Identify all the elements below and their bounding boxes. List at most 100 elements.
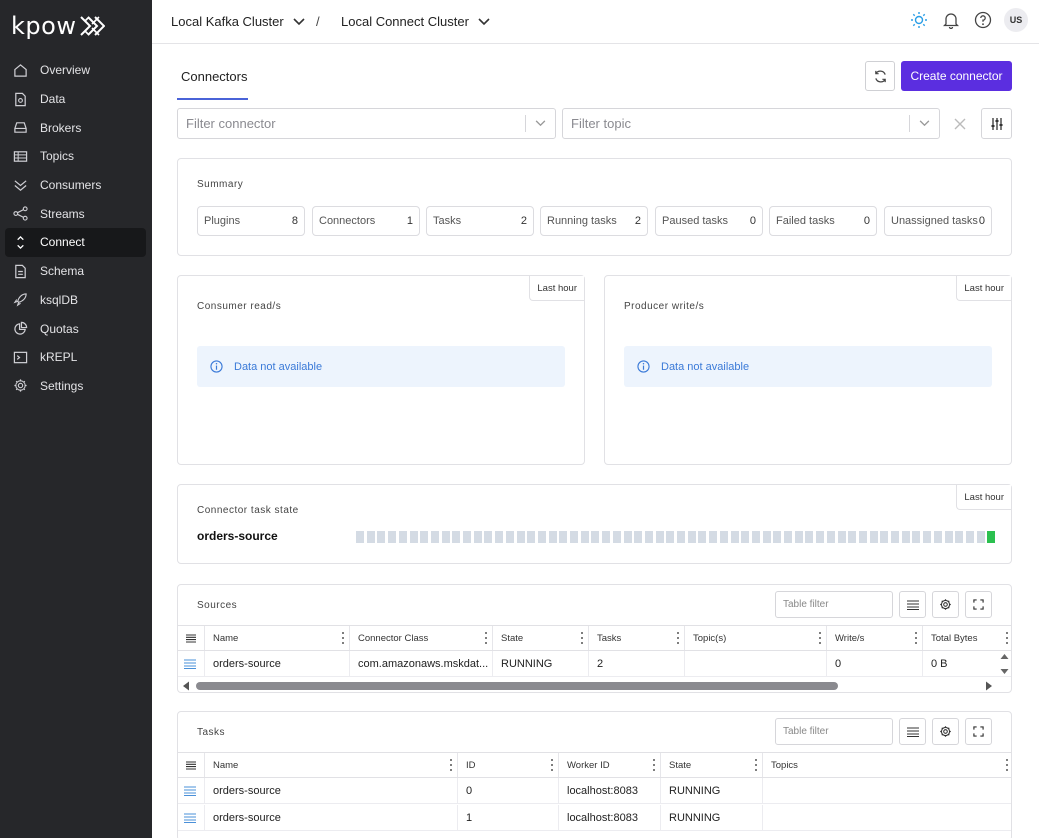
column-header-name[interactable]: Name: [204, 753, 457, 777]
column-header-topics[interactable]: Topic(s): [684, 626, 826, 650]
task-state-segment-empty[interactable]: [848, 531, 857, 543]
sidebar-item-brokers[interactable]: Brokers: [5, 113, 146, 142]
task-state-segment-empty[interactable]: [398, 531, 407, 543]
time-range-button[interactable]: Last hour: [956, 485, 1011, 510]
task-state-segment-empty[interactable]: [356, 531, 364, 543]
sidebar-item-krepl[interactable]: kREPL: [5, 343, 146, 372]
column-header-worker-id[interactable]: Worker ID: [558, 753, 660, 777]
task-state-segment-empty[interactable]: [965, 531, 974, 543]
row-menu-icon[interactable]: [184, 786, 196, 796]
task-state-segment-empty[interactable]: [837, 531, 846, 543]
column-header-connector-class[interactable]: Connector Class: [349, 626, 492, 650]
sidebar-item-data[interactable]: Data: [5, 85, 146, 114]
task-state-segment-empty[interactable]: [409, 531, 418, 543]
task-state-segment-empty[interactable]: [677, 531, 685, 543]
task-state-segment-empty[interactable]: [794, 531, 803, 543]
task-state-segment-empty[interactable]: [955, 531, 964, 543]
filter-topic-input[interactable]: [563, 109, 909, 138]
task-state-segment-empty[interactable]: [933, 531, 942, 543]
tab-connectors[interactable]: Connectors: [177, 61, 248, 100]
task-state-segment-empty[interactable]: [805, 531, 814, 543]
sidebar-item-consumers[interactable]: Consumers: [5, 171, 146, 200]
sidebar-item-streams[interactable]: Streams: [5, 199, 146, 228]
table-row[interactable]: orders-source com.amazonaws.mskdat... RU…: [178, 651, 1011, 677]
task-state-segment-empty[interactable]: [473, 531, 482, 543]
task-state-segment-empty[interactable]: [430, 531, 439, 543]
task-state-segment-empty[interactable]: [709, 531, 718, 543]
columns-button[interactable]: [899, 718, 926, 745]
kpow-logo[interactable]: kpow: [11, 10, 106, 42]
table-row[interactable]: orders-source 1 localhost:8083 RUNNING: [178, 805, 1011, 831]
scroll-left-arrow-icon[interactable]: [182, 681, 190, 691]
task-state-segment-empty[interactable]: [655, 531, 664, 543]
task-state-segment-empty[interactable]: [698, 531, 707, 543]
task-state-segment-empty[interactable]: [559, 531, 568, 543]
task-state-segment-empty[interactable]: [505, 531, 514, 543]
fullscreen-button[interactable]: [965, 591, 992, 618]
connect-cluster-selector[interactable]: Local Connect Cluster: [341, 14, 490, 29]
column-header-total-bytes[interactable]: Total Bytes: [922, 626, 1011, 650]
task-state-segment-empty[interactable]: [869, 531, 878, 543]
chevron-down-icon[interactable]: [526, 109, 555, 138]
column-header-topics[interactable]: Topics: [762, 753, 1011, 777]
task-state-segment-empty[interactable]: [944, 531, 953, 543]
task-state-segment-empty[interactable]: [452, 531, 461, 543]
task-state-segment-empty[interactable]: [687, 531, 696, 543]
sidebar-item-connect[interactable]: Connect: [5, 228, 146, 257]
task-state-segment-empty[interactable]: [976, 531, 985, 543]
vertical-scroll-arrows-icon[interactable]: [1000, 653, 1009, 675]
column-header-state[interactable]: State: [492, 626, 588, 650]
task-state-segment-empty[interactable]: [880, 531, 889, 543]
scroll-right-arrow-icon[interactable]: [985, 681, 993, 691]
sidebar-item-ksqldb[interactable]: ksqlDB: [5, 286, 146, 315]
task-state-segment-empty[interactable]: [912, 531, 921, 543]
sidebar-item-quotas[interactable]: Quotas: [5, 314, 146, 343]
cluster-selector[interactable]: Local Kafka Cluster: [171, 14, 305, 29]
task-state-segment-empty[interactable]: [570, 531, 578, 543]
task-state-segment-empty[interactable]: [741, 531, 750, 543]
sidebar-item-topics[interactable]: Topics: [5, 142, 146, 171]
horizontal-scrollbar[interactable]: [178, 679, 1011, 692]
task-state-segment-empty[interactable]: [666, 531, 675, 543]
filter-settings-button[interactable]: [981, 108, 1012, 139]
task-state-segment-empty[interactable]: [923, 531, 932, 543]
sidebar-item-settings[interactable]: Settings: [5, 372, 146, 401]
task-state-segment-empty[interactable]: [441, 531, 450, 543]
task-state-segment-empty[interactable]: [527, 531, 536, 543]
column-header-state[interactable]: State: [660, 753, 762, 777]
create-connector-button[interactable]: Create connector: [901, 61, 1012, 91]
time-range-button[interactable]: Last hour: [956, 276, 1011, 301]
refresh-button[interactable]: [865, 61, 895, 91]
column-header-name[interactable]: Name: [204, 626, 349, 650]
task-state-segment-empty[interactable]: [612, 531, 621, 543]
task-state-segment-empty[interactable]: [644, 531, 653, 543]
task-state-segment-empty[interactable]: [730, 531, 739, 543]
tasks-table-filter-input[interactable]: [775, 718, 893, 745]
column-header-write-rate[interactable]: Write/s: [826, 626, 922, 650]
table-settings-button[interactable]: [932, 591, 959, 618]
task-state-segment-empty[interactable]: [516, 531, 525, 543]
bell-icon[interactable]: [941, 10, 961, 30]
column-header-id[interactable]: ID: [457, 753, 558, 777]
sidebar-item-schema[interactable]: Schema: [5, 257, 146, 286]
task-state-segment-empty[interactable]: [858, 531, 867, 543]
task-state-segment-empty[interactable]: [773, 531, 782, 543]
avatar[interactable]: US: [1004, 8, 1028, 32]
task-state-segment-empty[interactable]: [484, 531, 493, 543]
clear-filters-button[interactable]: [945, 108, 975, 139]
task-state-segment-empty[interactable]: [901, 531, 910, 543]
sources-table-filter-input[interactable]: [775, 591, 893, 618]
task-state-segment-empty[interactable]: [719, 531, 728, 543]
fullscreen-button[interactable]: [965, 718, 992, 745]
task-state-segment-empty[interactable]: [751, 531, 760, 543]
task-state-segment-empty[interactable]: [816, 531, 825, 543]
filter-connector-input[interactable]: [178, 109, 525, 138]
scrollbar-thumb[interactable]: [196, 682, 838, 690]
task-state-segment-empty[interactable]: [495, 531, 504, 543]
task-state-segment-empty[interactable]: [388, 531, 397, 543]
task-state-segment-empty[interactable]: [580, 531, 589, 543]
task-state-segment-empty[interactable]: [623, 531, 632, 543]
help-icon[interactable]: [973, 10, 993, 30]
column-header-tasks[interactable]: Tasks: [588, 626, 684, 650]
select-all-rows-icon[interactable]: [178, 753, 204, 777]
